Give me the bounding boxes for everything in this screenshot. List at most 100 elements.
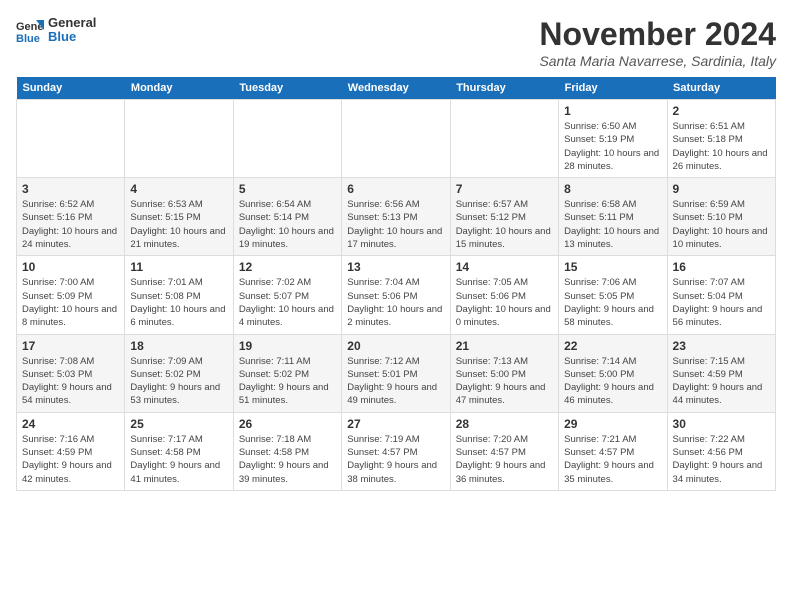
calendar-cell: 17 Sunrise: 7:08 AMSunset: 5:03 PMDayligh… [17, 334, 125, 412]
calendar-cell: 15 Sunrise: 7:06 AMSunset: 5:05 PMDayligh… [559, 256, 667, 334]
day-info: Sunrise: 7:22 AMSunset: 4:56 PMDaylight:… [673, 433, 770, 486]
day-number: 3 [22, 182, 119, 196]
calendar-cell [17, 100, 125, 178]
logo-text: GeneralBlue [48, 16, 96, 45]
calendar-cell [450, 100, 558, 178]
day-number: 26 [239, 417, 336, 431]
calendar-cell: 20 Sunrise: 7:12 AMSunset: 5:01 PMDayligh… [342, 334, 450, 412]
day-number: 20 [347, 339, 444, 353]
header-tuesday: Tuesday [233, 77, 341, 100]
day-info: Sunrise: 6:59 AMSunset: 5:10 PMDaylight:… [673, 198, 770, 251]
day-info: Sunrise: 7:07 AMSunset: 5:04 PMDaylight:… [673, 276, 770, 329]
day-info: Sunrise: 7:11 AMSunset: 5:02 PMDaylight:… [239, 355, 336, 408]
logo-icon: General Blue [16, 16, 44, 44]
day-number: 1 [564, 104, 661, 118]
calendar-cell: 12 Sunrise: 7:02 AMSunset: 5:07 PMDayligh… [233, 256, 341, 334]
day-number: 30 [673, 417, 770, 431]
title-section: November 2024 Santa Maria Navarrese, Sar… [539, 16, 776, 69]
day-number: 28 [456, 417, 553, 431]
calendar-cell: 10 Sunrise: 7:00 AMSunset: 5:09 PMDayligh… [17, 256, 125, 334]
day-number: 6 [347, 182, 444, 196]
day-number: 22 [564, 339, 661, 353]
calendar-header-row: Sunday Monday Tuesday Wednesday Thursday… [17, 77, 776, 100]
calendar-cell: 9Sunrise: 6:59 AMSunset: 5:10 PMDaylight… [667, 178, 775, 256]
day-info: Sunrise: 7:09 AMSunset: 5:02 PMDaylight:… [130, 355, 227, 408]
header-saturday: Saturday [667, 77, 775, 100]
day-info: Sunrise: 6:56 AMSunset: 5:13 PMDaylight:… [347, 198, 444, 251]
calendar-week-row: 10 Sunrise: 7:00 AMSunset: 5:09 PMDayligh… [17, 256, 776, 334]
calendar-cell: 27 Sunrise: 7:19 AMSunset: 4:57 PMDayligh… [342, 412, 450, 490]
calendar-cell: 26Sunrise: 7:18 AMSunset: 4:58 PMDayligh… [233, 412, 341, 490]
day-info: Sunrise: 7:02 AMSunset: 5:07 PMDaylight:… [239, 276, 336, 329]
day-info: Sunrise: 7:00 AMSunset: 5:09 PMDaylight:… [22, 276, 119, 329]
calendar-cell: 21 Sunrise: 7:13 AMSunset: 5:00 PMDayligh… [450, 334, 558, 412]
calendar-cell [125, 100, 233, 178]
calendar-cell: 1 Sunrise: 6:50 AMSunset: 5:19 PMDaylight… [559, 100, 667, 178]
day-number: 10 [22, 260, 119, 274]
day-number: 15 [564, 260, 661, 274]
calendar-cell: 6 Sunrise: 6:56 AMSunset: 5:13 PMDaylight… [342, 178, 450, 256]
day-number: 8 [564, 182, 661, 196]
calendar-cell: 29Sunrise: 7:21 AMSunset: 4:57 PMDayligh… [559, 412, 667, 490]
location-subtitle: Santa Maria Navarrese, Sardinia, Italy [539, 53, 776, 69]
day-info: Sunrise: 6:57 AMSunset: 5:12 PMDaylight:… [456, 198, 553, 251]
calendar-cell [233, 100, 341, 178]
calendar-cell: 5Sunrise: 6:54 AMSunset: 5:14 PMDaylight… [233, 178, 341, 256]
calendar-cell: 28 Sunrise: 7:20 AMSunset: 4:57 PMDayligh… [450, 412, 558, 490]
day-number: 19 [239, 339, 336, 353]
day-number: 18 [130, 339, 227, 353]
day-number: 5 [239, 182, 336, 196]
header-wednesday: Wednesday [342, 77, 450, 100]
day-number: 29 [564, 417, 661, 431]
calendar-cell: 14 Sunrise: 7:05 AMSunset: 5:06 PMDayligh… [450, 256, 558, 334]
day-info: Sunrise: 6:51 AMSunset: 5:18 PMDaylight:… [673, 120, 770, 173]
calendar-cell: 11 Sunrise: 7:01 AMSunset: 5:08 PMDayligh… [125, 256, 233, 334]
logo: General Blue GeneralBlue [16, 16, 96, 45]
day-info: Sunrise: 7:06 AMSunset: 5:05 PMDaylight:… [564, 276, 661, 329]
calendar-cell: 25 Sunrise: 7:17 AMSunset: 4:58 PMDayligh… [125, 412, 233, 490]
day-info: Sunrise: 7:08 AMSunset: 5:03 PMDaylight:… [22, 355, 119, 408]
day-number: 13 [347, 260, 444, 274]
calendar-cell: 4 Sunrise: 6:53 AMSunset: 5:15 PMDaylight… [125, 178, 233, 256]
day-info: Sunrise: 6:53 AMSunset: 5:15 PMDaylight:… [130, 198, 227, 251]
day-number: 25 [130, 417, 227, 431]
calendar-week-row: 24Sunrise: 7:16 AMSunset: 4:59 PMDayligh… [17, 412, 776, 490]
day-number: 4 [130, 182, 227, 196]
day-info: Sunrise: 7:04 AMSunset: 5:06 PMDaylight:… [347, 276, 444, 329]
day-info: Sunrise: 7:16 AMSunset: 4:59 PMDaylight:… [22, 433, 119, 486]
calendar-table: Sunday Monday Tuesday Wednesday Thursday… [16, 77, 776, 491]
calendar-cell: 16 Sunrise: 7:07 AMSunset: 5:04 PMDayligh… [667, 256, 775, 334]
day-info: Sunrise: 7:14 AMSunset: 5:00 PMDaylight:… [564, 355, 661, 408]
day-number: 14 [456, 260, 553, 274]
calendar-cell: 24Sunrise: 7:16 AMSunset: 4:59 PMDayligh… [17, 412, 125, 490]
day-info: Sunrise: 7:15 AMSunset: 4:59 PMDaylight:… [673, 355, 770, 408]
calendar-week-row: 3 Sunrise: 6:52 AMSunset: 5:16 PMDaylight… [17, 178, 776, 256]
page-header: General Blue GeneralBlue November 2024 S… [16, 16, 776, 69]
day-number: 17 [22, 339, 119, 353]
calendar-cell [342, 100, 450, 178]
day-info: Sunrise: 7:01 AMSunset: 5:08 PMDaylight:… [130, 276, 227, 329]
calendar-cell: 3 Sunrise: 6:52 AMSunset: 5:16 PMDaylight… [17, 178, 125, 256]
calendar-week-row: 17 Sunrise: 7:08 AMSunset: 5:03 PMDayligh… [17, 334, 776, 412]
day-number: 21 [456, 339, 553, 353]
calendar-cell: 30 Sunrise: 7:22 AMSunset: 4:56 PMDayligh… [667, 412, 775, 490]
calendar-week-row: 1 Sunrise: 6:50 AMSunset: 5:19 PMDaylight… [17, 100, 776, 178]
calendar-cell: 13 Sunrise: 7:04 AMSunset: 5:06 PMDayligh… [342, 256, 450, 334]
day-info: Sunrise: 6:58 AMSunset: 5:11 PMDaylight:… [564, 198, 661, 251]
day-info: Sunrise: 7:19 AMSunset: 4:57 PMDaylight:… [347, 433, 444, 486]
day-info: Sunrise: 7:12 AMSunset: 5:01 PMDaylight:… [347, 355, 444, 408]
day-info: Sunrise: 7:17 AMSunset: 4:58 PMDaylight:… [130, 433, 227, 486]
day-info: Sunrise: 7:20 AMSunset: 4:57 PMDaylight:… [456, 433, 553, 486]
day-number: 27 [347, 417, 444, 431]
header-sunday: Sunday [17, 77, 125, 100]
day-number: 23 [673, 339, 770, 353]
day-number: 16 [673, 260, 770, 274]
svg-text:Blue: Blue [16, 33, 40, 44]
day-number: 11 [130, 260, 227, 274]
day-number: 12 [239, 260, 336, 274]
day-info: Sunrise: 6:52 AMSunset: 5:16 PMDaylight:… [22, 198, 119, 251]
day-info: Sunrise: 6:50 AMSunset: 5:19 PMDaylight:… [564, 120, 661, 173]
day-number: 7 [456, 182, 553, 196]
day-info: Sunrise: 7:05 AMSunset: 5:06 PMDaylight:… [456, 276, 553, 329]
day-info: Sunrise: 7:13 AMSunset: 5:00 PMDaylight:… [456, 355, 553, 408]
